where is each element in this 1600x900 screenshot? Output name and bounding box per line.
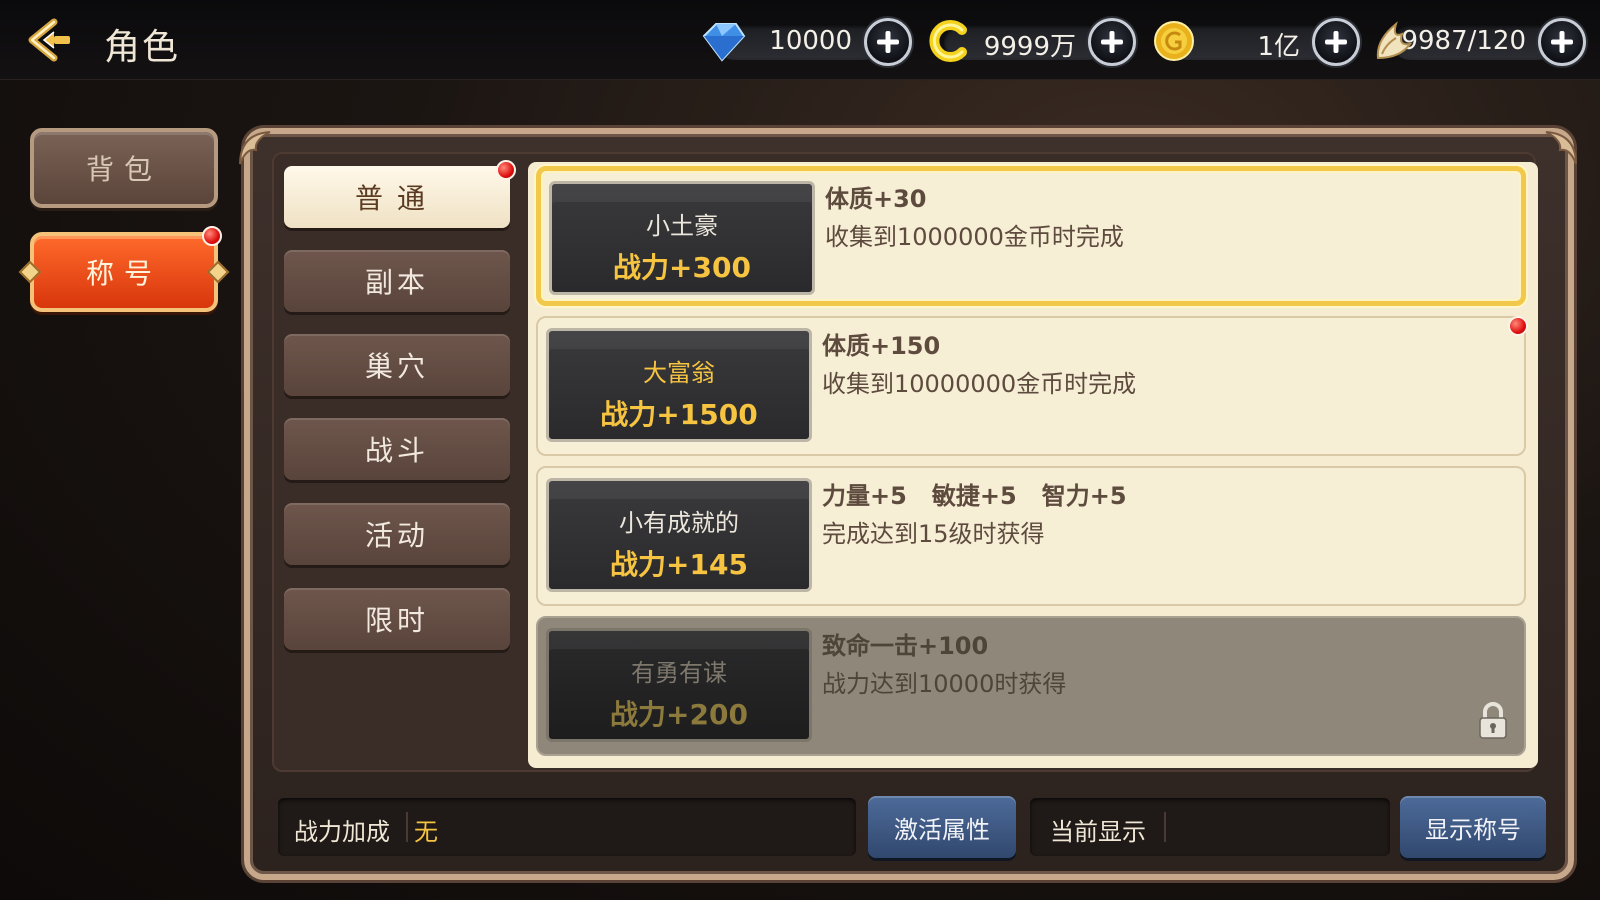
title-badge: 有勇有谋 战力+200 (546, 628, 812, 742)
divider (406, 812, 408, 842)
token-value: 9999万 (983, 32, 1076, 62)
corner-ornament-icon (239, 131, 271, 165)
c-token-icon (929, 20, 967, 62)
category-dungeon[interactable]: 副本 (284, 250, 510, 312)
category-label: 活动 (364, 519, 429, 552)
title-name: 大富翁 (643, 359, 715, 387)
title-condition: 完成达到15级时获得 (822, 520, 1045, 548)
power-bonus-value: 无 (414, 818, 438, 846)
add-token-button[interactable] (1088, 18, 1136, 66)
currency-token: 9999万 (924, 18, 1136, 66)
title-card[interactable]: 小有成就的 战力+145 力量+5 敏捷+5 智力+5 完成达到15级时获得 (536, 466, 1526, 606)
side-tab-label: 称号 (85, 257, 162, 290)
currency-gold: 1亿 (1148, 18, 1360, 66)
gold-coin-icon (1154, 21, 1194, 61)
power-bonus-label: 战力加成 (294, 818, 390, 846)
wing-icon (1376, 21, 1413, 60)
category-label: 限时 (364, 604, 429, 637)
current-display-label: 当前显示 (1050, 818, 1146, 846)
show-title-button[interactable]: 显示称号 (1400, 796, 1546, 858)
title-power: 战力+1500 (600, 398, 758, 431)
title-power: 战力+300 (613, 251, 751, 284)
currency-diamond: 10000 (696, 18, 912, 66)
category-label: 普通 (354, 182, 439, 215)
top-bar: 角色 10000 9999万 1亿 9987/120 (0, 0, 1600, 80)
side-tab-title[interactable]: 称号 (30, 232, 218, 312)
notification-dot (496, 160, 516, 180)
power-bonus-bar: 战力加成 无 (278, 798, 856, 856)
title-badge: 大富翁 战力+1500 (546, 328, 812, 442)
category-battle[interactable]: 战斗 (284, 418, 510, 480)
current-display-bar: 当前显示 (1030, 798, 1390, 856)
lock-icon (1479, 702, 1507, 739)
title-card[interactable]: 小土豪 战力+300 体质+30 收集到1000000金币时完成 (536, 166, 1526, 306)
title-name: 小土豪 (646, 212, 718, 240)
title-badge: 小土豪 战力+300 (549, 181, 815, 295)
add-stamina-button[interactable] (1538, 18, 1586, 66)
add-diamond-button[interactable] (864, 18, 912, 66)
diamond-value: 10000 (769, 26, 852, 56)
title-power: 战力+200 (610, 698, 748, 731)
back-arrow-icon (28, 18, 70, 62)
title-attribute: 体质+30 (825, 185, 927, 213)
side-tab-label: 背包 (85, 153, 162, 186)
category-normal[interactable]: 普通 (284, 166, 510, 228)
currency-stamina: 9987/120 (1372, 18, 1586, 66)
category-limited[interactable]: 限时 (284, 588, 510, 650)
title-condition: 战力达到10000时获得 (822, 670, 1067, 698)
notification-dot (1508, 316, 1528, 336)
title-name: 小有成就的 (619, 509, 739, 537)
title-condition: 收集到10000000金币时完成 (822, 370, 1137, 398)
title-card[interactable]: 有勇有谋 战力+200 致命一击+100 战力达到10000时获得 (536, 616, 1526, 756)
category-lair[interactable]: 巢穴 (284, 334, 510, 396)
notification-dot (202, 226, 222, 246)
title-condition: 收集到1000000金币时完成 (825, 223, 1124, 251)
title-attribute: 致命一击+100 (822, 632, 989, 660)
side-tab-bag[interactable]: 背包 (30, 128, 218, 208)
title-power: 战力+145 (610, 548, 748, 581)
diamond-icon (702, 23, 746, 62)
title-card[interactable]: 大富翁 战力+1500 体质+150 收集到10000000金币时完成 (536, 316, 1526, 456)
title-attribute: 体质+150 (822, 332, 941, 360)
divider (1164, 812, 1166, 842)
activate-attribute-button[interactable]: 激活属性 (868, 796, 1016, 858)
gold-value: 1亿 (1257, 32, 1300, 62)
corner-ornament-icon (1545, 131, 1577, 165)
category-label: 巢穴 (364, 350, 429, 383)
add-gold-button[interactable] (1312, 18, 1360, 66)
title-badge: 小有成就的 战力+145 (546, 478, 812, 592)
back-button[interactable] (24, 16, 80, 64)
title-name: 有勇有谋 (631, 659, 727, 687)
title-attribute: 力量+5 敏捷+5 智力+5 (822, 482, 1127, 510)
category-label: 战斗 (364, 434, 429, 467)
page-title: 角色 (104, 27, 181, 68)
category-event[interactable]: 活动 (284, 503, 510, 565)
title-list[interactable]: 小土豪 战力+300 体质+30 收集到1000000金币时完成 大富翁 战力+… (528, 162, 1538, 768)
category-label: 副本 (364, 266, 429, 299)
